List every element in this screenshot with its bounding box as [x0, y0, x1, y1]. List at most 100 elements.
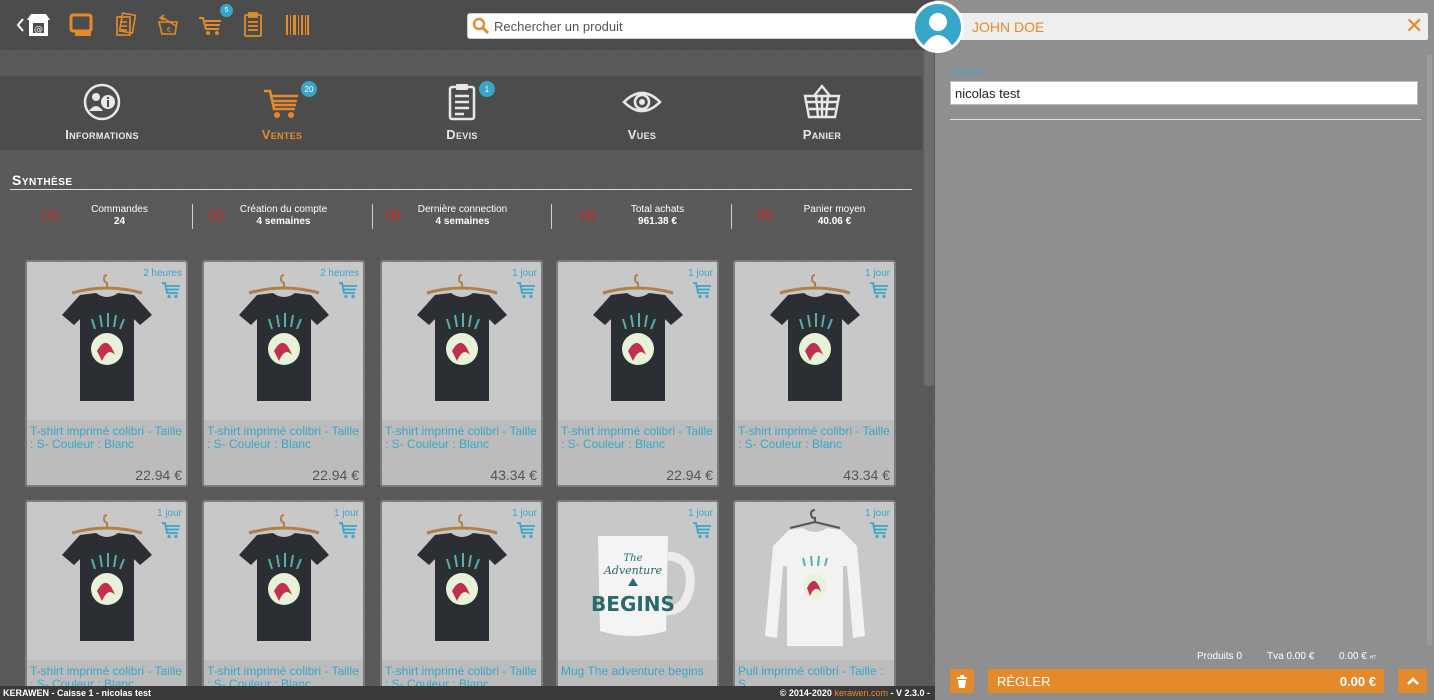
- tab-label: Vues: [627, 127, 657, 142]
- product-price: 22.94 €: [312, 467, 359, 483]
- user-silhouette-icon: [921, 13, 955, 50]
- search-box[interactable]: [467, 13, 917, 39]
- stat-number: (5): [757, 207, 773, 222]
- quote-icon: [442, 82, 482, 122]
- svg-text:The: The: [623, 553, 642, 564]
- cart-badge: 5: [220, 4, 233, 17]
- product-price: 43.34 €: [843, 467, 890, 483]
- avatar[interactable]: [912, 1, 964, 53]
- product-title: T-shirt imprimé colibri - Taille : S- Co…: [30, 424, 182, 451]
- product-card[interactable]: 1 jour T-shirt imprimé colibri - Taille :…: [380, 500, 543, 700]
- return-icon[interactable]: €: [155, 11, 183, 39]
- tab-ventes[interactable]: 20 Ventes: [192, 76, 372, 150]
- tab-label: Devis: [446, 127, 478, 142]
- product-time: 1 jour: [864, 508, 890, 519]
- stat-creation: (2) Création du compte 4 semaines: [178, 204, 358, 228]
- back-shop-icon[interactable]: @: [16, 11, 52, 39]
- footer-copyright: © 2014-2020 kerawen.com - V 2.3.0 -: [780, 688, 930, 698]
- product-card[interactable]: 2 heures T-shirt imprimé colibri - Taille…: [25, 260, 188, 487]
- tab-label: Panier: [802, 127, 842, 142]
- product-footer: T-shirt imprimé colibri - Taille : S- Co…: [558, 420, 717, 485]
- barcode-icon[interactable]: [283, 11, 311, 39]
- product-time: 1 jour: [687, 268, 713, 279]
- product-card[interactable]: 1 jour T-shirt imprimé colibri - Taille :…: [733, 260, 896, 487]
- client-panel: JOHN DOE ✕ CAISSIER Produits 0 Tva 0.00 …: [912, 0, 1434, 700]
- add-to-cart-icon[interactable]: [338, 521, 358, 539]
- product-card[interactable]: 1 jour T-shirt imprimé colibri - Taille :…: [556, 260, 719, 487]
- svg-text:€: €: [167, 26, 171, 34]
- product-card[interactable]: 1 jour T-shirt imprimé colibri - Taille :…: [380, 260, 543, 487]
- scrollbar[interactable]: [924, 50, 934, 386]
- product-footer: T-shirt imprimé colibri - Taille : S- Co…: [382, 420, 541, 485]
- close-icon[interactable]: ✕: [1405, 15, 1423, 37]
- tab-vues[interactable]: Vues: [552, 76, 732, 150]
- search-icon[interactable]: [468, 14, 494, 38]
- product-time: 2 heures: [320, 268, 359, 279]
- stat-connection: (3) Dernière connection 4 semaines: [355, 204, 535, 228]
- expand-button[interactable]: [1398, 669, 1427, 693]
- product-time: 2 heures: [143, 268, 182, 279]
- tab-panier[interactable]: Panier: [732, 76, 912, 150]
- product-title: T-shirt imprimé colibri - Taille : S- Co…: [385, 424, 537, 451]
- add-to-cart-icon[interactable]: [161, 521, 181, 539]
- add-to-cart-icon[interactable]: [869, 281, 889, 299]
- pay-amount: 0.00 €: [1339, 674, 1376, 689]
- product-footer: T-shirt imprimé colibri - Taille : S- Co…: [204, 420, 363, 485]
- eye-icon: [622, 82, 662, 122]
- stat-label: Création du compte: [239, 204, 328, 215]
- add-to-cart-icon[interactable]: [516, 281, 536, 299]
- scrollbar[interactable]: [1427, 55, 1432, 645]
- documents-icon[interactable]: [112, 11, 140, 39]
- add-to-cart-icon[interactable]: [869, 521, 889, 539]
- client-header: JOHN DOE ✕: [912, 1, 1428, 53]
- chevron-up-icon: [1406, 677, 1419, 685]
- stat-label: Dernière connection: [417, 204, 508, 215]
- clipboard-icon[interactable]: [239, 11, 267, 39]
- client-name[interactable]: JOHN DOE: [972, 19, 1044, 35]
- search-input[interactable]: [494, 18, 894, 34]
- add-to-cart-icon[interactable]: [692, 281, 712, 299]
- product-card[interactable]: 1 jour T-shirt imprimé colibri - Taille :…: [25, 500, 188, 700]
- tab-label: Informations: [65, 127, 139, 142]
- product-card[interactable]: 1 jour T-shirt imprimé colibri - Taille :…: [202, 500, 365, 700]
- product-price: 43.34 €: [490, 467, 537, 483]
- stat-value: 4 semaines: [256, 216, 311, 227]
- top-toolbar: @ € 5: [0, 0, 935, 50]
- svg-text:BEGINS: BEGINS: [591, 592, 675, 616]
- footer: KERAWEN - Caisse 1 - nicolas test © 2014…: [0, 686, 935, 700]
- main-tabs: Informations 20 Ventes 1 Devis Vues Pani…: [0, 76, 922, 150]
- add-to-cart-icon[interactable]: [161, 281, 181, 299]
- footer-session: KERAWEN - Caisse 1 - nicolas test: [3, 688, 152, 698]
- add-to-cart-icon[interactable]: [516, 521, 536, 539]
- product-card[interactable]: 2 heures T-shirt imprimé colibri - Taille…: [202, 260, 365, 487]
- tab-devis[interactable]: 1 Devis: [372, 76, 552, 150]
- cart-icon[interactable]: [197, 11, 225, 39]
- tab-informations[interactable]: Informations: [12, 76, 192, 150]
- product-time: 1 jour: [864, 268, 890, 279]
- website-link[interactable]: kerawen.com: [834, 688, 888, 698]
- info-user-icon: [82, 82, 122, 122]
- divider: [10, 189, 912, 190]
- pay-button[interactable]: RÉGLER 0.00 €: [988, 669, 1384, 693]
- trash-icon: [957, 674, 967, 688]
- svg-text:Adventure: Adventure: [602, 564, 662, 577]
- product-time: 1 jour: [511, 268, 537, 279]
- stat-number: (3): [385, 207, 401, 222]
- product-card[interactable]: 1 jour Pull imprimé colibri - Taille : S: [733, 500, 896, 700]
- product-title: T-shirt imprimé colibri - Taille : S- Co…: [207, 424, 359, 451]
- product-footer: T-shirt imprimé colibri - Taille : S- Co…: [735, 420, 894, 485]
- stat-value: 4 semaines: [435, 216, 490, 227]
- product-footer: T-shirt imprimé colibri - Taille : S- Co…: [27, 420, 186, 485]
- add-to-cart-icon[interactable]: [338, 281, 358, 299]
- stat-number: (4): [580, 207, 596, 222]
- clear-cart-button[interactable]: [950, 669, 974, 693]
- add-to-cart-icon[interactable]: [692, 521, 712, 539]
- main-area: @ € 5 Rechercher un produit Informations…: [0, 0, 935, 700]
- screen-icon[interactable]: [68, 11, 96, 39]
- stat-number: (2): [208, 207, 224, 222]
- total-suffix: HT: [1369, 655, 1377, 661]
- total-amount: 0.00 €: [1339, 651, 1367, 662]
- stat-label: Total achats: [630, 204, 685, 215]
- product-card[interactable]: The Adventure BEGINS 1 jour Mug The adventur…: [556, 500, 719, 700]
- cashier-field[interactable]: [950, 81, 1418, 105]
